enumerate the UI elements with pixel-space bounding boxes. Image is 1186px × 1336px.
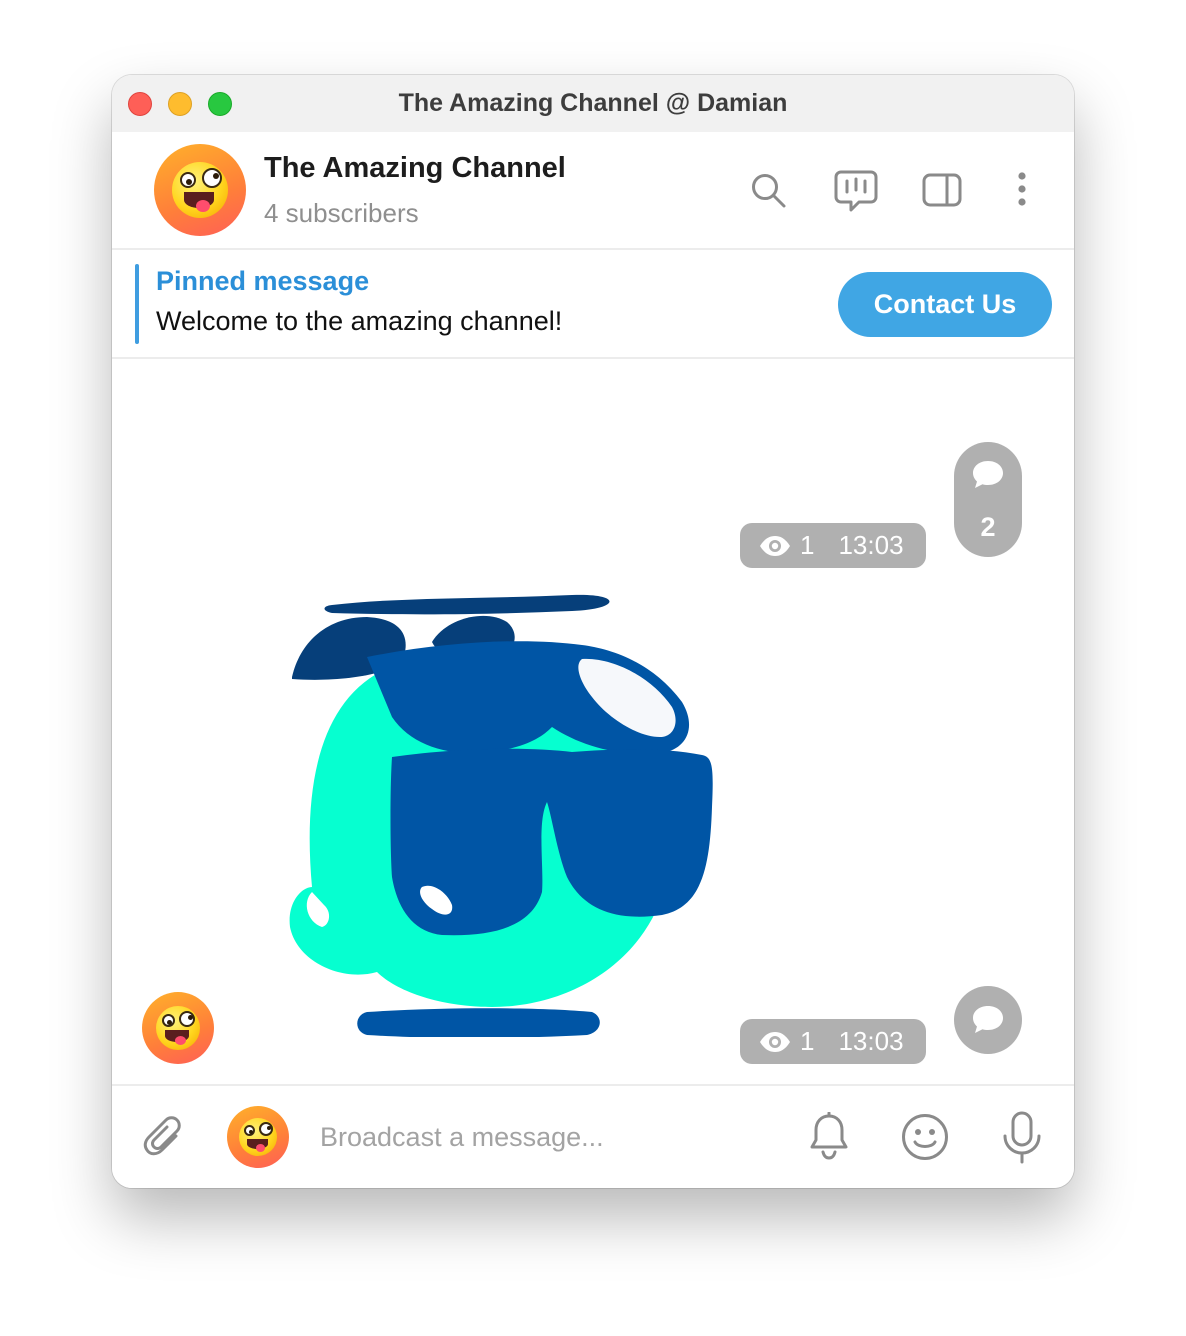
message-time: 13:03 [838, 530, 904, 560]
view-count: 1 [800, 1026, 815, 1056]
message-meta: 1 13:03 [740, 1019, 926, 1064]
view-count: 1 [800, 530, 815, 560]
pinned-title: Pinned message [156, 266, 370, 296]
message-time: 13:03 [838, 1026, 904, 1056]
pinned-accent-bar [135, 264, 139, 344]
channel-avatar[interactable] [154, 144, 246, 236]
channel-name[interactable]: The Amazing Channel [264, 152, 566, 185]
live-stream-icon[interactable] [833, 168, 879, 214]
microphone-icon[interactable] [998, 1110, 1046, 1166]
pinned-text: Welcome to the amazing channel! [156, 306, 563, 336]
subscriber-count: 4 subscribers [264, 198, 419, 228]
message-meta: 1 13:03 [740, 523, 926, 568]
search-icon[interactable] [748, 170, 788, 210]
comment-count: 2 [980, 512, 996, 542]
zany-face-icon [239, 1118, 277, 1156]
author-avatar[interactable] [142, 992, 214, 1064]
app-window: The Amazing Channel @ Damian The Amazing… [112, 75, 1074, 1188]
send-as-avatar[interactable] [227, 1106, 289, 1168]
comment-bubble-icon [973, 1006, 1003, 1033]
comment-bubble-icon [973, 461, 1003, 488]
message-input[interactable] [318, 1116, 772, 1158]
sticker-image[interactable] [282, 587, 722, 1037]
attach-icon[interactable] [142, 1116, 188, 1162]
comments-button[interactable] [954, 986, 1022, 1054]
chat-header: The Amazing Channel 4 subscribers [112, 132, 1074, 250]
views-eye-icon [760, 1031, 790, 1052]
comments-button[interactable]: 2 [954, 442, 1022, 557]
zany-face-icon [172, 162, 228, 218]
title-bar: The Amazing Channel @ Damian [112, 75, 1074, 132]
contact-us-button[interactable]: Contact Us [838, 272, 1052, 337]
zany-face-icon [156, 1006, 200, 1050]
message-list[interactable]: 1 13:03 2 1 13:03 [112, 359, 1074, 1084]
window-title: The Amazing Channel @ Damian [398, 89, 788, 117]
pinned-message-bar[interactable]: Pinned message Welcome to the amazing ch… [112, 250, 1074, 359]
bell-icon[interactable] [806, 1112, 852, 1162]
views-eye-icon [760, 535, 790, 556]
emoji-icon[interactable] [900, 1112, 950, 1162]
sidebar-toggle-icon[interactable] [922, 170, 962, 210]
message-composer [112, 1084, 1074, 1188]
more-options-icon[interactable] [1002, 170, 1042, 210]
